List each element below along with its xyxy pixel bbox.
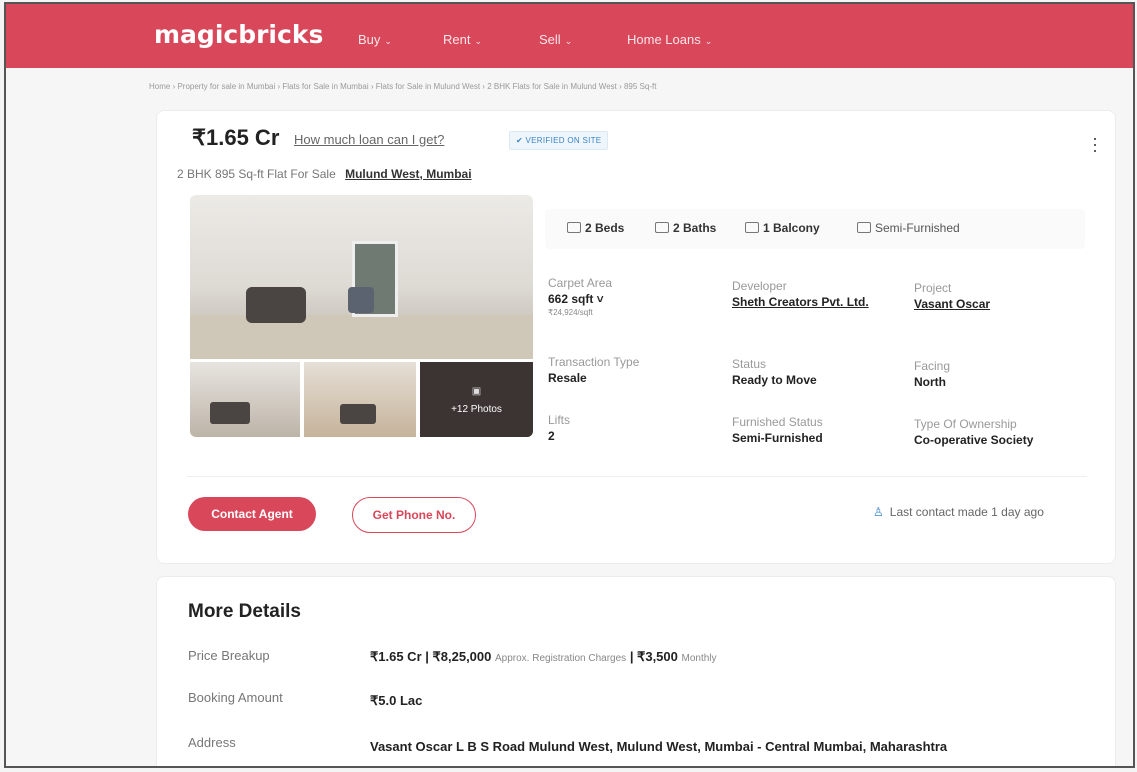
nav-home-loans[interactable]: Home Loans ⌄ bbox=[627, 32, 712, 47]
maintenance-amount: | ₹3,500 bbox=[629, 649, 678, 664]
nav-sell-label: Sell bbox=[539, 32, 561, 47]
listing-location-link[interactable]: Mulund West, Mumbai bbox=[345, 167, 471, 181]
spec-carpet-area: Carpet Area 662 sqft ˅ ₹24,924/sqft bbox=[548, 276, 612, 317]
more-options-icon[interactable]: · · · bbox=[1092, 129, 1098, 159]
project-label: Project bbox=[914, 281, 952, 295]
feature-furnishing-label: Semi-Furnished bbox=[875, 221, 960, 235]
transaction-type-label: Transaction Type bbox=[548, 355, 640, 369]
listing-price: ₹1.65 Cr bbox=[192, 125, 280, 150]
ownership-value: Co-operative Society bbox=[914, 433, 1034, 447]
chevron-down-icon: ⌄ bbox=[474, 36, 483, 46]
lifts-label: Lifts bbox=[548, 413, 571, 427]
main-photo[interactable] bbox=[190, 195, 533, 359]
last-contact-text: Last contact made 1 day ago bbox=[889, 505, 1044, 519]
feature-baths: 2 Baths bbox=[655, 221, 716, 235]
developer-label: Developer bbox=[732, 279, 787, 293]
facing-value: North bbox=[914, 375, 946, 389]
spec-ownership: Type Of Ownership Co-operative Society bbox=[914, 417, 1033, 447]
status-label: Status bbox=[732, 357, 767, 371]
section-divider bbox=[187, 476, 1087, 477]
nav-sell[interactable]: Sell ⌄ bbox=[539, 32, 572, 47]
address-value: Vasant Oscar L B S Road Mulund West, Mul… bbox=[370, 739, 948, 754]
photo-gallery[interactable]: ▣ +12 Photos bbox=[190, 195, 533, 437]
spec-lifts: Lifts 2 bbox=[548, 413, 570, 443]
project-link[interactable]: Vasant Oscar bbox=[914, 297, 990, 311]
status-value: Ready to Move bbox=[732, 373, 817, 387]
price-breakup-value: ₹1.65 Cr | ₹8,25,000 Approx. Registratio… bbox=[370, 649, 717, 665]
carpet-area-value[interactable]: 662 sqft ˅ bbox=[548, 292, 612, 306]
bath-icon bbox=[655, 222, 669, 233]
price-breakup-label: Price Breakup bbox=[188, 648, 270, 663]
spec-facing: Facing North bbox=[914, 359, 950, 389]
feature-furnishing: Semi-Furnished bbox=[857, 221, 960, 235]
more-details-title: More Details bbox=[188, 601, 301, 622]
photo-sofa bbox=[246, 287, 306, 323]
nav-home-loans-label: Home Loans bbox=[627, 32, 701, 47]
price-breakup-amount: ₹1.65 Cr | ₹8,25,000 bbox=[370, 649, 492, 664]
spec-transaction-type: Transaction Type Resale bbox=[548, 355, 639, 385]
registration-charges-note: Approx. Registration Charges bbox=[495, 653, 627, 664]
breadcrumb[interactable]: Home › Property for sale in Mumbai › Fla… bbox=[149, 82, 656, 91]
booking-amount-value: ₹5.0 Lac bbox=[370, 693, 423, 708]
chevron-down-icon: ⌄ bbox=[564, 36, 573, 46]
listing-title: 2 BHK 895 Sq-ft Flat For Sale bbox=[177, 167, 336, 181]
price-per-sqft: ₹24,924/sqft bbox=[548, 308, 593, 317]
spec-project: Project Vasant Oscar bbox=[914, 281, 990, 311]
loan-eligibility-link[interactable]: How much loan can I get? bbox=[294, 132, 444, 147]
user-icon: ♙ bbox=[873, 505, 884, 519]
booking-amount-label: Booking Amount bbox=[188, 690, 283, 705]
feature-balcony: 1 Balcony bbox=[745, 221, 820, 235]
thumbnail-photo[interactable] bbox=[190, 362, 300, 437]
maintenance-note: Monthly bbox=[681, 653, 717, 664]
feature-beds: 2 Beds bbox=[567, 221, 624, 235]
furnished-status-label: Furnished Status bbox=[732, 415, 823, 429]
thumbnail-photo[interactable] bbox=[304, 362, 416, 437]
spec-furnished-status: Furnished Status Semi-Furnished bbox=[732, 415, 823, 445]
address-label: Address bbox=[188, 735, 236, 750]
photo-floor bbox=[190, 315, 533, 359]
nav-rent[interactable]: Rent ⌄ bbox=[443, 32, 482, 47]
furniture-icon bbox=[857, 222, 871, 233]
magicbricks-logo[interactable]: magicbricks bbox=[154, 20, 323, 49]
chevron-down-icon: ⌄ bbox=[704, 36, 713, 46]
furnished-status-value: Semi-Furnished bbox=[732, 431, 823, 445]
last-contact-info: ♙ Last contact made 1 day ago bbox=[873, 505, 1044, 519]
listing-subtitle: 2 BHK 895 Sq-ft Flat For Sale Mulund Wes… bbox=[177, 167, 472, 181]
transaction-type-value: Resale bbox=[548, 371, 587, 385]
gallery-icon: ▣ bbox=[471, 386, 482, 397]
verified-badge: ✔ VERIFIED ON SITE bbox=[509, 131, 609, 150]
nav-buy[interactable]: Buy ⌄ bbox=[358, 32, 392, 47]
carpet-area-label: Carpet Area bbox=[548, 276, 613, 290]
facing-label: Facing bbox=[914, 359, 951, 373]
contact-agent-button[interactable]: Contact Agent bbox=[188, 497, 316, 531]
spec-status: Status Ready to Move bbox=[732, 357, 817, 387]
photo-armchair bbox=[348, 287, 374, 313]
spec-developer: Developer Sheth Creators Pvt. Ltd. bbox=[732, 279, 882, 309]
more-photos-thumbnail[interactable]: ▣ +12 Photos bbox=[420, 362, 533, 437]
more-photos-label: +12 Photos bbox=[451, 404, 502, 415]
developer-link[interactable]: Sheth Creators Pvt. Ltd. bbox=[732, 295, 882, 309]
feature-baths-label: 2 Baths bbox=[673, 221, 717, 235]
photo-overlay bbox=[420, 362, 533, 437]
get-phone-button[interactable]: Get Phone No. bbox=[352, 497, 476, 533]
features-strip: 2 Beds 2 Baths 1 Balcony Semi-Furnished bbox=[545, 209, 1085, 249]
screenshot-frame: magicbricks Buy ⌄ Rent ⌄ Sell ⌄ Home Loans ⌄… bbox=[4, 2, 1135, 768]
bed-icon bbox=[567, 222, 581, 233]
nav-buy-label: Buy bbox=[358, 32, 381, 47]
nav-rent-label: Rent bbox=[443, 32, 471, 47]
balcony-icon bbox=[745, 222, 759, 233]
feature-beds-label: 2 Beds bbox=[585, 221, 625, 235]
top-navigation-bar: magicbricks Buy ⌄ Rent ⌄ Sell ⌄ Home Loans ⌄ bbox=[6, 4, 1133, 68]
chevron-down-icon: ⌄ bbox=[384, 36, 392, 46]
lifts-value: 2 bbox=[548, 429, 555, 443]
more-details-card: More Details Price Breakup ₹1.65 Cr | ₹8… bbox=[156, 576, 1116, 766]
feature-balcony-label: 1 Balcony bbox=[763, 221, 820, 235]
listing-card: ₹1.65 Cr How much loan can I get? ✔ VERI… bbox=[156, 110, 1116, 564]
ownership-label: Type Of Ownership bbox=[914, 417, 1017, 431]
